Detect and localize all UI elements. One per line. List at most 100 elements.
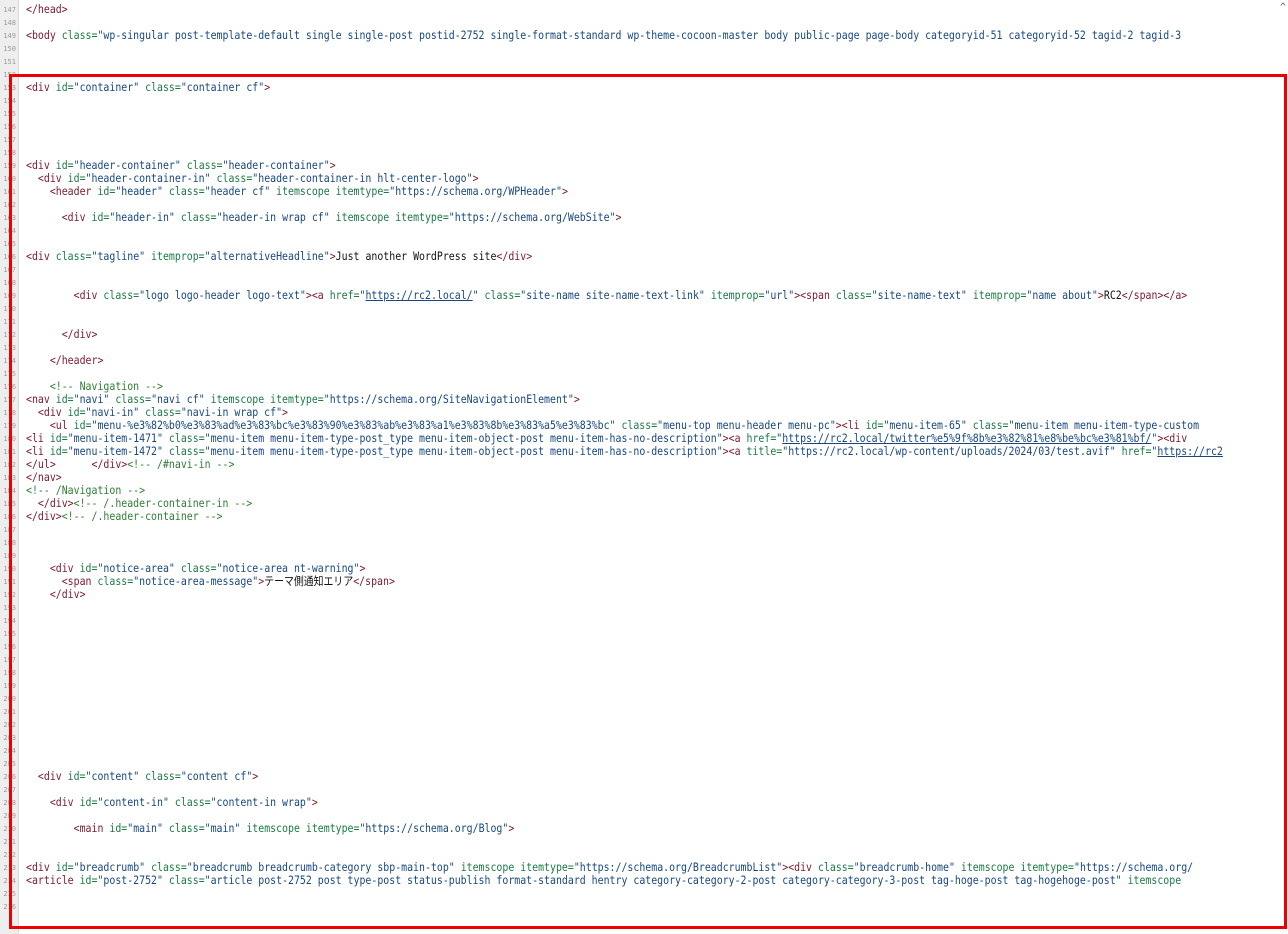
code-line[interactable]: 204 <box>0 744 1288 757</box>
code-line[interactable]: 192 </div> <box>0 588 1288 601</box>
code-token: ><div <box>1157 431 1188 445</box>
code-line[interactable]: 172 </div> <box>0 328 1288 341</box>
code-line[interactable]: 210 <main id="main" class="main" itemsco… <box>0 822 1288 835</box>
code-line[interactable]: 182 </ul> </div><!-- /#navi-in --> <box>0 458 1288 471</box>
line-number: 158 <box>3 149 16 157</box>
line-number: 176 <box>3 383 16 391</box>
code-line[interactable]: 171 <box>0 315 1288 328</box>
line-number: 150 <box>3 45 16 53</box>
code-line[interactable]: 161 <header id="header" class="header cf… <box>0 185 1288 198</box>
code-token: </div> <box>26 509 62 523</box>
code-token[interactable]: https://rc2.local/twitter%e5%9f%8b%e3%82… <box>782 431 1151 445</box>
code-line[interactable]: 186 </div><!-- /.header-container --> <box>0 510 1288 523</box>
code-line[interactable]: 196 <box>0 640 1288 653</box>
code-line-text: <article id="post-2752" class="article p… <box>26 874 1181 887</box>
code-line[interactable]: 147 </head> <box>0 3 1288 16</box>
code-token: "https://schema.org/Blog" <box>359 821 509 835</box>
code-line[interactable]: 155 <box>0 107 1288 120</box>
code-line[interactable]: 157 <box>0 133 1288 146</box>
code-token: itemscope itemtype= <box>204 392 324 406</box>
code-line[interactable]: 202 <box>0 718 1288 731</box>
code-line-text: <div id="header-in" class="header-in wra… <box>26 211 622 224</box>
line-number: 170 <box>3 305 16 313</box>
code-line[interactable]: 191 <span class="notice-area-message">テー… <box>0 575 1288 588</box>
code-line[interactable]: 153 <div id="container" class="container … <box>0 81 1288 94</box>
code-line[interactable]: 206 <div id="content" class="content cf"… <box>0 770 1288 783</box>
code-line[interactable]: 166 <div class="tagline" itemprop="altern… <box>0 250 1288 263</box>
code-line[interactable]: 174 </header> <box>0 354 1288 367</box>
code-token: <div <box>26 860 56 874</box>
code-token: > <box>264 80 271 94</box>
code-line[interactable]: 215 <box>0 887 1288 900</box>
line-number: 198 <box>3 669 16 677</box>
code-token: "https://rc2.local/wp-content/uploads/20… <box>782 444 1116 458</box>
code-line[interactable]: 154 <box>0 94 1288 107</box>
code-line[interactable]: 195 <box>0 627 1288 640</box>
code-token: <div <box>26 249 56 263</box>
line-number: 173 <box>3 344 16 352</box>
code-token: "logo logo-header logo-text" <box>139 288 306 302</box>
scroll-up-icon[interactable]: ^ <box>1280 2 1286 13</box>
code-token: "header cf" <box>204 184 271 198</box>
code-line[interactable]: 193 <box>0 601 1288 614</box>
code-line[interactable]: 163 <div id="header-in" class="header-in… <box>0 211 1288 224</box>
code-line[interactable]: 170 <box>0 302 1288 315</box>
line-number: 209 <box>3 812 16 820</box>
code-line[interactable]: 198 <box>0 666 1288 679</box>
code-line[interactable]: 194 <box>0 614 1288 627</box>
code-token: <nav <box>26 392 56 406</box>
code-line[interactable]: 167 <box>0 263 1288 276</box>
code-token: "article post-2752 post type-post status… <box>204 873 1122 887</box>
line-number: 210 <box>3 825 16 833</box>
code-line[interactable]: 197 <box>0 653 1288 666</box>
code-editor[interactable]: 147 </head> 148 149 <body class="wp-singular… <box>0 0 1288 934</box>
code-line[interactable]: 175 <box>0 367 1288 380</box>
code-line[interactable]: 216 <box>0 900 1288 913</box>
code-line[interactable]: 199 <box>0 679 1288 692</box>
code-token: class= <box>109 392 152 406</box>
code-token[interactable]: https://rc2.local/ <box>365 288 472 302</box>
line-number: 161 <box>3 188 16 196</box>
code-line[interactable]: 214 <article id="post-2752" class="articl… <box>0 874 1288 887</box>
code-token: "notice-area" <box>97 561 175 575</box>
code-line[interactable]: 183 </nav> <box>0 471 1288 484</box>
code-token: class= <box>55 249 92 263</box>
line-number: 213 <box>3 864 16 872</box>
line-number: 200 <box>3 695 16 703</box>
code-token: id= <box>79 561 98 575</box>
code-line[interactable]: 151 <box>0 55 1288 68</box>
code-line[interactable]: 156 <box>0 120 1288 133</box>
code-token: "https://schema.org/WPHeader" <box>389 184 562 198</box>
code-line-text: <div id="container" class="container cf"… <box>26 81 270 94</box>
code-line[interactable]: 169 <div class="logo logo-header logo-te… <box>0 289 1288 302</box>
line-number: 151 <box>3 58 16 66</box>
code-token: "navi-in" <box>85 405 140 419</box>
line-number: 182 <box>3 461 16 469</box>
code-line[interactable]: 203 <box>0 731 1288 744</box>
code-token: RC2 <box>1103 288 1122 302</box>
code-line[interactable]: 188 <box>0 536 1288 549</box>
code-line[interactable]: 200 <box>0 692 1288 705</box>
code-line[interactable]: 187 <box>0 523 1288 536</box>
line-number: 197 <box>3 656 16 664</box>
code-token: <!-- /Navigation --> <box>26 483 146 497</box>
code-line[interactable]: 149 <body class="wp-singular post-templat… <box>0 29 1288 42</box>
code-line[interactable]: 211 <box>0 835 1288 848</box>
code-token: </div> <box>496 249 533 263</box>
code-token: href= <box>329 288 360 302</box>
line-number: 148 <box>3 19 16 27</box>
code-token: > <box>311 795 318 809</box>
code-line[interactable]: 173 <box>0 341 1288 354</box>
code-token[interactable]: https://rc2 <box>1157 444 1223 458</box>
line-number: 167 <box>3 266 16 274</box>
code-token: > <box>252 769 259 783</box>
code-token: "content cf" <box>180 769 253 783</box>
code-token: </div> <box>26 496 74 510</box>
code-line[interactable]: 201 <box>0 705 1288 718</box>
code-line[interactable]: 164 <box>0 224 1288 237</box>
code-line[interactable]: 208 <div id="content-in" class="content-… <box>0 796 1288 809</box>
code-token: itemscope itemtype= <box>454 860 574 874</box>
code-token: id= <box>109 821 128 835</box>
code-line[interactable]: 150 <box>0 42 1288 55</box>
line-number: 165 <box>3 240 16 248</box>
